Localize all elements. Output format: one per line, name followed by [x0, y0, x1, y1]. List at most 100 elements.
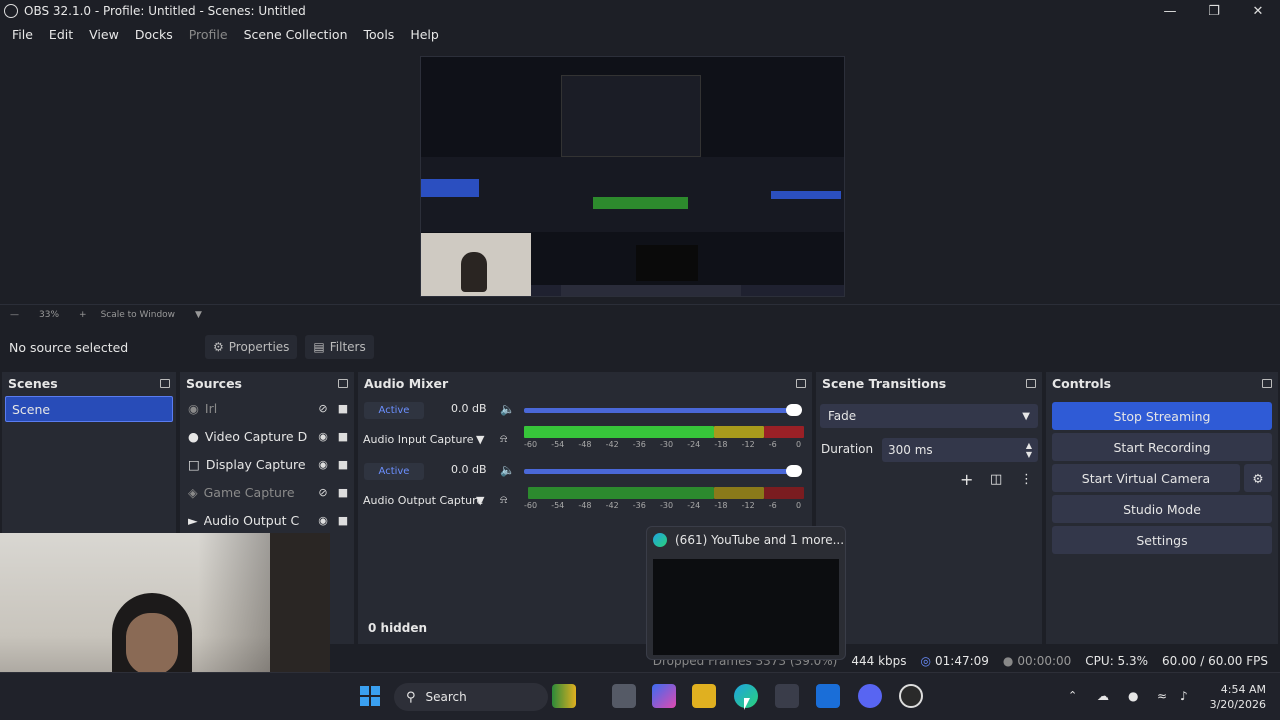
zoom-in-button[interactable]: + — [79, 310, 87, 320]
clock-time: 4:54 AM — [1220, 683, 1266, 696]
store-icon[interactable] — [775, 684, 799, 708]
cloud-icon[interactable]: ☁ — [1097, 689, 1109, 703]
microphone-icon[interactable]: ● — [1128, 689, 1138, 703]
duration-spinbox[interactable]: 300 ms ▲ ▼ — [882, 438, 1038, 462]
stream-time: 01:47:09 — [935, 654, 989, 668]
scale-mode-label[interactable]: Scale to Window — [101, 310, 175, 320]
studio-mode-button[interactable]: Studio Mode — [1052, 495, 1272, 523]
eye-icon[interactable]: ◉ — [316, 429, 330, 443]
zoom-out-button[interactable]: — — [10, 310, 19, 320]
volume-meter-green — [528, 487, 714, 499]
virtual-camera-settings-icon[interactable]: ⚙ — [1244, 464, 1272, 492]
taskbar-search[interactable]: ⚲ Search — [394, 683, 548, 711]
volume-slider[interactable] — [524, 408, 800, 413]
no-source-label: No source selected — [9, 339, 129, 355]
task-view-icon[interactable] — [612, 684, 636, 708]
scene-transitions-header: Scene Transitions — [816, 372, 1042, 394]
settings-button[interactable]: Settings — [1052, 526, 1272, 554]
menu-file[interactable]: File — [4, 27, 41, 42]
spin-arrows-icon[interactable]: ▲ ▼ — [1026, 441, 1032, 459]
discord-icon[interactable] — [858, 684, 882, 708]
undock-icon[interactable] — [338, 378, 348, 388]
lock-icon[interactable]: ■ — [336, 457, 350, 471]
scene-item[interactable]: Scene — [5, 396, 173, 422]
add-icon[interactable]: + — [960, 470, 973, 489]
scale-mode-dropdown-icon[interactable]: ▼ — [195, 310, 202, 320]
start-recording-button[interactable]: Start Recording — [1052, 433, 1272, 461]
source-item[interactable]: ◉ Irl ⊘ ■ — [180, 394, 354, 422]
headphone-icon[interactable]: ⍾ — [500, 493, 507, 507]
menu-edit[interactable]: Edit — [41, 27, 81, 42]
file-explorer-icon[interactable] — [692, 684, 716, 708]
hidden-count[interactable]: 0 hidden — [368, 621, 427, 635]
volume-slider-handle[interactable] — [786, 404, 802, 416]
more-options-icon[interactable]: ⋮ — [1020, 472, 1033, 487]
close-button[interactable]: ✕ — [1236, 0, 1280, 22]
channel-active-badge[interactable]: Active — [364, 463, 424, 480]
fps: 60.00 / 60.00 FPS — [1162, 654, 1268, 668]
volume-meter-green — [524, 426, 714, 438]
lock-icon[interactable]: ■ — [336, 485, 350, 499]
outlook-icon[interactable] — [816, 684, 840, 708]
source-item[interactable]: □ Display Capture ◉ ■ — [180, 450, 354, 478]
eye-icon[interactable]: ◉ — [316, 513, 330, 527]
preview-canvas[interactable] — [420, 56, 845, 297]
meter-scale-tick: -36 — [632, 440, 646, 449]
meter-scale-tick: -18 — [714, 440, 728, 449]
source-item[interactable]: ► Audio Output C ◉ ■ — [180, 506, 354, 534]
speaker-icon[interactable]: 🔈 — [500, 402, 515, 416]
properties-button[interactable]: ⚙ Properties — [205, 335, 298, 359]
menu-scene-collection[interactable]: Scene Collection — [236, 27, 356, 42]
clock[interactable]: 4:54 AM 3/20/2026 — [1206, 682, 1266, 712]
menu-help[interactable]: Help — [402, 27, 447, 42]
menu-profile[interactable]: Profile — [181, 27, 236, 42]
scene-transitions-dock: Scene Transitions Fade ▼ Duration 300 ms… — [816, 372, 1042, 644]
taskbar — [0, 672, 1280, 720]
volume-slider[interactable] — [524, 469, 800, 474]
window-title: OBS 32.1.0 - Profile: Untitled - Scenes:… — [24, 4, 306, 18]
undock-icon[interactable] — [796, 378, 806, 388]
lock-icon[interactable]: ■ — [336, 513, 350, 527]
meter-scale-tick: -12 — [741, 501, 755, 510]
eye-hidden-icon[interactable]: ⊘ — [316, 401, 330, 415]
copilot-icon[interactable] — [652, 684, 676, 708]
menu-tools[interactable]: Tools — [356, 27, 403, 42]
obs-taskbar-icon[interactable] — [899, 684, 923, 708]
popup-thumbnail[interactable] — [653, 559, 839, 655]
taskbar-preview-popup[interactable]: (661) YouTube and 1 more... — [646, 526, 846, 660]
channel-active-badge[interactable]: Active — [364, 402, 424, 419]
channel-menu-dropdown-icon[interactable]: ▼ — [476, 433, 484, 446]
chevron-up-icon[interactable]: ⌃ — [1068, 689, 1077, 702]
sources-header: Sources — [180, 372, 354, 394]
stop-streaming-button[interactable]: Stop Streaming — [1052, 402, 1272, 430]
lock-icon[interactable]: ■ — [336, 401, 350, 415]
volume-icon[interactable]: ♪ — [1180, 689, 1188, 703]
start-virtual-camera-button[interactable]: Start Virtual Camera — [1052, 464, 1240, 492]
volume-slider-handle[interactable] — [786, 465, 802, 477]
eye-hidden-icon[interactable]: ⊘ — [316, 485, 330, 499]
start-icon[interactable] — [360, 686, 380, 706]
eye-icon[interactable]: ◉ — [316, 457, 330, 471]
source-item[interactable]: ● Video Capture D ◉ ■ — [180, 422, 354, 450]
filters-button[interactable]: ▤ Filters — [305, 335, 374, 359]
speaker-icon[interactable]: 🔈 — [500, 463, 515, 477]
undock-icon[interactable] — [160, 378, 170, 388]
volume-meter-yellow — [714, 487, 764, 499]
undock-icon[interactable] — [1026, 378, 1036, 388]
transition-select[interactable]: Fade ▼ — [820, 404, 1038, 428]
headphone-icon[interactable]: ⍾ — [500, 432, 507, 446]
source-item[interactable]: ◈ Game Capture ⊘ ■ — [180, 478, 354, 506]
maximize-button[interactable]: ❐ — [1192, 0, 1236, 22]
trash-icon[interactable]: ◫ — [990, 472, 1002, 487]
menu-docks[interactable]: Docks — [127, 27, 181, 42]
meter-scale-tick: -6 — [768, 440, 777, 449]
menu-bar: File Edit View Docks Profile Scene Colle… — [0, 23, 1280, 45]
menu-view[interactable]: View — [81, 27, 127, 42]
lock-icon[interactable]: ■ — [336, 429, 350, 443]
channel-menu-dropdown-icon[interactable]: ▼ — [476, 494, 484, 507]
scenes-title: Scenes — [8, 375, 58, 391]
minimize-button[interactable]: — — [1148, 0, 1192, 22]
widget-icon[interactable] — [552, 684, 576, 708]
undock-icon[interactable] — [1262, 378, 1272, 388]
wifi-icon[interactable]: ≈ — [1157, 689, 1167, 703]
